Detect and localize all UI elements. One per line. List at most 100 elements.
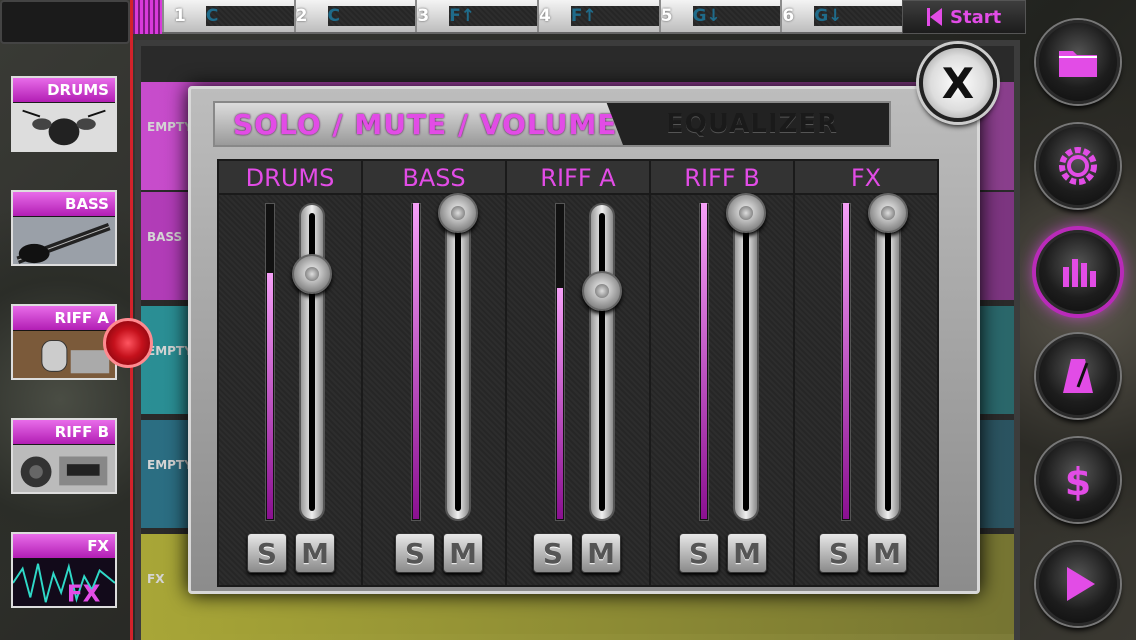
volume-slider[interactable] <box>726 193 766 521</box>
lane-label: BASS <box>147 230 183 244</box>
fx-wave-icon: FX <box>13 558 115 607</box>
mute-button[interactable]: M <box>443 533 483 573</box>
track-drums[interactable]: DRUMS <box>11 76 117 152</box>
solo-button[interactable]: S <box>395 533 435 573</box>
tab-solo-mute-volume[interactable]: SOLO / MUTE / VOLUME <box>215 103 623 145</box>
channel-name: RIFF A <box>507 161 649 195</box>
solo-button[interactable]: S <box>247 533 287 573</box>
folder-button[interactable] <box>1036 20 1120 104</box>
chord-name: G↓ <box>692 6 781 26</box>
volume-knob[interactable] <box>868 193 908 233</box>
chord-name: G↓ <box>814 6 903 26</box>
lane-label: EMPTY <box>147 458 193 472</box>
mute-button[interactable]: M <box>581 533 621 573</box>
play-icon <box>1067 567 1095 601</box>
start-button[interactable]: Start <box>902 0 1026 34</box>
volume-slider[interactable] <box>868 193 908 521</box>
lane-label: EMPTY <box>147 120 193 134</box>
chord-number: 5 <box>660 6 673 26</box>
track-riff-a[interactable]: RIFF A <box>11 304 117 380</box>
mute-button[interactable]: M <box>727 533 767 573</box>
track-label: FX <box>13 534 115 558</box>
chord-slot-4[interactable]: 4 F↑ <box>537 0 659 32</box>
gear-icon <box>1059 147 1097 185</box>
chord-name: C <box>205 6 294 26</box>
volume-knob[interactable] <box>726 193 766 233</box>
chord-slot-2[interactable]: 2C <box>293 0 416 32</box>
purchase-button[interactable]: $ <box>1036 438 1120 522</box>
grid-icon[interactable] <box>130 0 162 34</box>
lane-label: FX <box>147 572 165 586</box>
channel-riff-b: RIFF B S M <box>651 161 795 585</box>
svg-text:$: $ <box>1065 460 1091 503</box>
volume-slider[interactable] <box>582 203 622 521</box>
mute-button[interactable]: M <box>867 533 907 573</box>
chord-number: 4 <box>539 6 551 26</box>
track-bass[interactable]: BASS <box>11 190 117 266</box>
skip-back-icon <box>927 8 942 26</box>
boombox-icon <box>13 444 115 492</box>
microphone-icon <box>13 330 115 378</box>
chord-number: 6 <box>782 6 795 26</box>
mute-button[interactable]: M <box>295 533 335 573</box>
volume-knob[interactable] <box>438 193 478 233</box>
volume-knob[interactable] <box>582 271 622 311</box>
channel-name: DRUMS <box>219 161 361 195</box>
chord-timeline: 1C 2C 3 F↑ 4 F↑ 5 G↓ 6 G↓ <box>130 0 903 34</box>
channel-name: BASS <box>363 161 505 195</box>
volume-slider[interactable] <box>438 193 478 521</box>
channel-bass: BASS S M <box>363 161 507 585</box>
level-meter <box>265 203 275 521</box>
chord-slot-6[interactable]: 6 G↓ <box>780 0 903 32</box>
track-label: RIFF A <box>13 306 115 330</box>
volume-knob[interactable] <box>292 254 332 294</box>
metronome-button[interactable] <box>1036 334 1120 418</box>
level-fill <box>701 203 707 519</box>
metronome-icon <box>1063 359 1093 393</box>
channel-riff-a: RIFF A S M <box>507 161 651 585</box>
chord-number: 3 <box>417 6 430 26</box>
level-fill <box>267 273 273 519</box>
level-meter <box>841 203 851 521</box>
volume-slider[interactable] <box>292 203 332 521</box>
level-meter <box>411 203 421 521</box>
solo-button[interactable]: S <box>533 533 573 573</box>
solo-button[interactable]: S <box>679 533 719 573</box>
chord-slot-1[interactable]: 1C <box>162 0 294 32</box>
solo-button[interactable]: S <box>819 533 859 573</box>
play-button[interactable] <box>1036 542 1120 626</box>
chord-name: F↑ <box>570 6 659 26</box>
close-button[interactable]: X <box>919 44 997 122</box>
settings-button[interactable] <box>1036 124 1120 208</box>
channel-drums: DRUMS S M <box>219 161 363 585</box>
chord-number: 1 <box>174 6 186 26</box>
track-label: DRUMS <box>13 78 115 102</box>
channel-name: RIFF B <box>651 161 793 195</box>
chord-name: C <box>327 6 416 26</box>
track-label: BASS <box>13 192 115 216</box>
folder-icon <box>1059 51 1097 77</box>
top-left-panel <box>0 0 130 44</box>
app-screen: 1C 2C 3 F↑ 4 F↑ 5 G↓ 6 G↓ Start EMPTY BASS E… <box>0 0 1136 640</box>
chord-name: F↑ <box>449 6 538 26</box>
record-button[interactable] <box>103 318 153 368</box>
track-fx[interactable]: FX FX <box>11 532 117 608</box>
chord-slot-3[interactable]: 3 F↑ <box>415 0 538 32</box>
mixer-button[interactable] <box>1036 230 1120 314</box>
mixer-icon <box>1063 259 1096 287</box>
channel-name: FX <box>795 161 937 195</box>
level-fill <box>843 203 849 519</box>
level-fill <box>557 288 563 519</box>
tab-equalizer[interactable]: EQUALIZER <box>615 103 889 145</box>
channel-fx: FX S M <box>795 161 937 585</box>
track-riff-b[interactable]: RIFF B <box>11 418 117 494</box>
bass-guitar-icon <box>13 216 115 264</box>
chord-slot-5[interactable]: 5 G↓ <box>658 0 781 32</box>
svg-text:FX: FX <box>67 581 101 607</box>
level-meter <box>555 203 565 521</box>
mixer-dialog: SOLO / MUTE / VOLUME EQUALIZER DRUMS S M… <box>188 86 980 594</box>
track-label: RIFF B <box>13 420 115 444</box>
start-label: Start <box>950 6 1002 28</box>
chord-number: 2 <box>295 6 308 26</box>
mixer-tabs: SOLO / MUTE / VOLUME EQUALIZER <box>213 101 891 147</box>
